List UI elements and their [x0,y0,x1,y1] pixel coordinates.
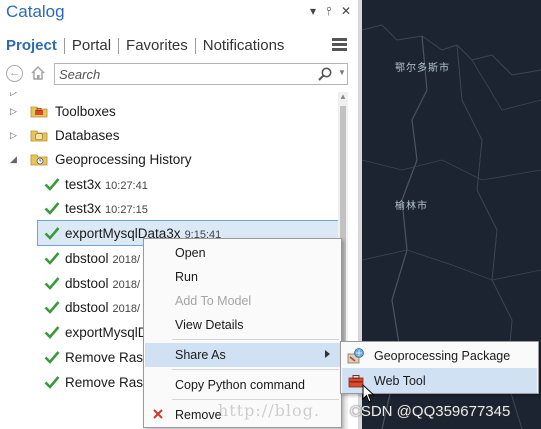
history-tool-name: dbstool [65,299,109,315]
tab-project[interactable]: Project [6,37,64,55]
home-icon[interactable] [30,65,46,81]
pane-options-dropdown[interactable]: ▾ [306,3,320,19]
watermark-credit: CSDN @QQ359677345 [350,403,511,420]
close-icon[interactable]: ✕ [339,3,353,19]
pane-title: Catalog [6,2,65,21]
menu-item-share-as[interactable]: Share As [145,343,340,367]
search-input[interactable] [59,65,309,83]
history-time: 10:27:15 [105,203,148,216]
history-time: 2018/ [112,302,141,315]
tab-portal[interactable]: Portal [65,37,118,55]
back-arrow-icon[interactable]: ← [6,65,23,82]
history-tool-name: Remove Rast [65,374,147,390]
history-tool-name: Remove Rast [65,349,147,365]
expand-arrow-icon: ▷ [10,92,20,98]
menu-item-label: Copy Python command [175,378,305,392]
scroll-up-arrow-icon[interactable]: ▲ [339,92,347,101]
remove-x-icon [153,409,163,419]
tree-item-label: Geoprocessing History [55,151,192,167]
success-check-icon [44,178,60,191]
menu-item-label: Remove [175,408,222,422]
watermark-url: http://blog. [218,401,320,420]
submenu-item-label: Geoprocessing Package [374,349,511,363]
success-check-icon [44,326,60,339]
menu-item-label: Open [175,246,206,260]
history-time: 2018/ [112,253,141,266]
history-tool-name: test3x [65,176,102,192]
catalog-tabs: Project Portal Favorites Notifications [6,36,291,56]
success-check-icon [44,376,60,389]
hamburger-menu-icon[interactable] [332,38,347,51]
history-time: 2018/ [112,278,141,291]
search-box: ▼ [54,63,348,85]
expand-arrow-icon[interactable]: ▷ [10,106,20,117]
mouse-cursor-icon [362,384,375,403]
history-tool-name: test3x [65,200,102,216]
toolbox-icon [30,106,48,118]
success-check-icon [44,301,60,314]
history-item[interactable]: test3x 10:27:41 [0,172,338,196]
context-menu: Open Run Add To Model View Details Share… [143,238,342,428]
menu-item-label: View Details [175,318,244,332]
menu-separator [172,399,339,400]
menu-item-add-to-model[interactable]: Add To Model [145,289,340,313]
history-tool-name: dbstool [65,275,109,291]
history-item[interactable]: test3x 10:27:15 [0,196,338,220]
search-icon[interactable] [317,66,333,82]
success-check-icon [44,277,60,290]
history-tool-name: dbstool [65,250,109,266]
tab-favorites[interactable]: Favorites [119,37,195,55]
submenu-item-label: Web Tool [374,374,426,388]
geoprocessing-package-icon [347,348,364,364]
database-folder-icon [30,130,48,142]
pin-icon[interactable]: ⫯ [322,3,336,19]
tab-notifications[interactable]: Notifications [196,37,292,55]
map-place-label: 鄂尔多斯市 [395,63,450,74]
tree-item-label: Toolboxes [55,103,116,119]
success-check-icon [44,202,60,215]
history-tool-name: exportMysqlD [65,324,148,340]
menu-separator [172,339,339,340]
tree-item-databases[interactable]: ▷ Databases [0,123,338,147]
submenu-arrow-icon [325,350,330,358]
tree-item-toolboxes[interactable]: ▷ Toolboxes [0,99,338,123]
menu-item-run[interactable]: Run [145,265,340,289]
map-place-label: 榆林市 [395,201,428,212]
success-check-icon [44,351,60,364]
success-check-icon [44,227,60,240]
expand-arrow-icon[interactable]: ▷ [10,130,20,141]
menu-separator [172,369,339,370]
success-check-icon [44,252,60,265]
search-options-dropdown[interactable]: ▼ [338,68,346,77]
tree-item-label: Databases [55,127,120,143]
history-time: 10:27:41 [105,179,148,192]
menu-item-open[interactable]: Open [145,241,340,265]
submenu-item-geoprocessing-package[interactable]: Geoprocessing Package [342,343,537,368]
menu-item-label: Run [175,270,198,284]
menu-item-view-details[interactable]: View Details [145,313,340,337]
history-folder-icon [30,154,48,166]
collapse-arrow-icon[interactable]: ◢ [10,154,20,165]
tree-item-geoprocessing-history[interactable]: ◢ Geoprocessing History [0,147,338,171]
menu-item-label: Share As [175,348,226,362]
menu-item-copy-python-command[interactable]: Copy Python command [145,373,340,397]
menu-item-label: Add To Model [175,294,252,308]
